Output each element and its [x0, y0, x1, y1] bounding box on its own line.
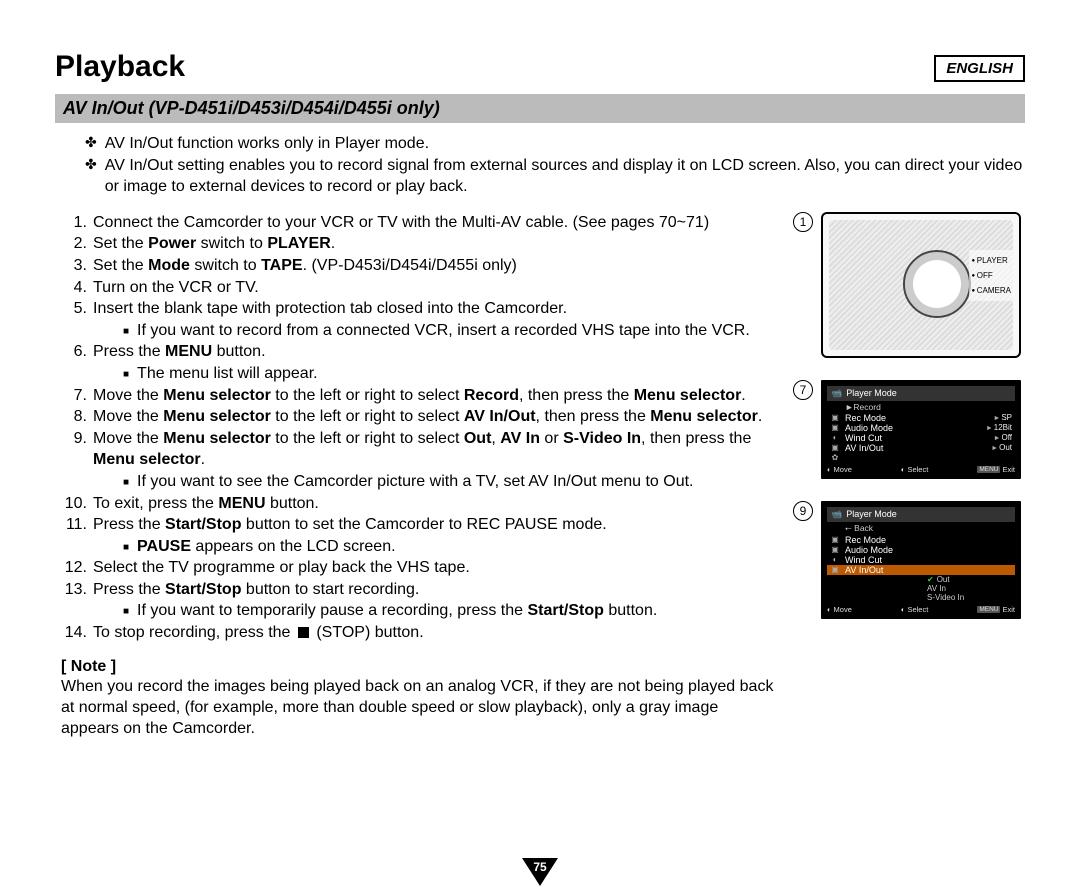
bullet-icon: ✤ — [85, 155, 97, 198]
figure-1: 1 PLAYER OFF CAMERA — [793, 212, 1025, 358]
step-num: 9. — [63, 428, 87, 493]
menu-option: AV In — [827, 584, 1015, 593]
page-number: 75 — [530, 860, 550, 874]
step-num: 10. — [63, 493, 87, 515]
step-num: 3. — [63, 255, 87, 277]
osd-title: Player Mode — [846, 388, 897, 398]
select-icon: ◐ — [901, 465, 906, 474]
step-text: Set the Mode switch to TAPE. (VP-D453i/D… — [93, 255, 775, 277]
section-subtitle: AV In/Out (VP-D451i/D453i/D454i/D455i on… — [55, 94, 1025, 123]
menu-key-icon: MENU — [977, 466, 1000, 473]
step-text: Insert the blank tape with protection ta… — [93, 298, 775, 341]
osd-breadcrumb: ⭠ Back — [827, 523, 1015, 535]
camera-icon: 📹 — [831, 388, 842, 399]
osd-title: Player Mode — [846, 509, 897, 519]
square-bullet-icon: ■ — [123, 605, 129, 627]
menu-item-label: Wind Cut — [845, 433, 989, 443]
menu-item-highlighted: AV In/Out — [845, 565, 1012, 575]
square-bullet-icon: ■ — [123, 325, 129, 347]
menu-option-selected: Out — [827, 575, 1015, 584]
step-num: 12. — [63, 557, 87, 579]
osd-breadcrumb: ►Record — [827, 402, 1015, 413]
step-text: Turn on the VCR or TV. — [93, 277, 775, 299]
note-body: When you record the images being played … — [61, 677, 775, 739]
menu-item-icon: ◐ — [830, 555, 840, 564]
menu-item-label: Rec Mode — [845, 535, 1012, 545]
move-icon: ◐ — [827, 465, 832, 474]
step-text: Press the MENU button. ■The menu list wi… — [93, 341, 775, 384]
square-bullet-icon: ■ — [123, 476, 129, 498]
menu-item-label: Rec Mode — [845, 413, 988, 423]
menu-item-icon: ▣ — [830, 565, 840, 574]
menu-item-icon: ▣ — [830, 413, 840, 422]
step-text: To stop recording, press the (STOP) butt… — [93, 622, 775, 644]
menu-key-icon: MENU — [977, 606, 1000, 613]
bullet-icon: ✤ — [85, 133, 97, 155]
osd-menu: 📹 Player Mode ⭠ Back ▣ Rec Mode ▣ Audio Mod… — [821, 501, 1021, 619]
square-bullet-icon: ■ — [123, 368, 129, 390]
step-text: To exit, press the MENU button. — [93, 493, 775, 515]
menu-item-value: Off — [994, 433, 1012, 442]
intro-text: AV In/Out function works only in Player … — [105, 133, 429, 155]
menu-item-label: Wind Cut — [845, 555, 1012, 565]
menu-item-value: SP — [993, 413, 1012, 422]
language-tag: ENGLISH — [934, 55, 1025, 82]
step-text: Press the Start/Stop button to start rec… — [93, 579, 775, 622]
menu-item-icon: ▣ — [830, 535, 840, 544]
move-icon: ◐ — [827, 605, 832, 614]
menu-item-value: Out — [991, 443, 1012, 452]
step-text: Set the Power switch to PLAYER. — [93, 233, 775, 255]
menu-item-label: Audio Mode — [845, 423, 981, 433]
step-num: 14. — [63, 622, 87, 644]
osd-footer: ◐Move ◐Select MENUExit — [827, 605, 1015, 614]
power-dial-icon — [903, 250, 971, 318]
menu-item-icon: ▣ — [830, 545, 840, 554]
figure-7: 7 📹 Player Mode ►Record ▣ Rec Mode SP ▣ Audi… — [793, 380, 1025, 479]
step-num: 1. — [63, 212, 87, 234]
menu-item-label: AV In/Out — [845, 443, 986, 453]
figure-number: 1 — [793, 212, 813, 232]
step-text: Move the Menu selector to the left or ri… — [93, 428, 775, 493]
osd-menu: 📹 Player Mode ►Record ▣ Rec Mode SP ▣ Audio … — [821, 380, 1021, 479]
osd-footer: ◐Move ◐Select MENUExit — [827, 465, 1015, 474]
step-num: 2. — [63, 233, 87, 255]
menu-item-value: 12Bit — [986, 423, 1012, 432]
menu-item-label: Audio Mode — [845, 545, 1012, 555]
menu-item-icon: ◐ — [830, 433, 840, 442]
camcorder-illustration: PLAYER OFF CAMERA — [821, 212, 1021, 358]
power-switch-labels: PLAYER OFF CAMERA — [969, 250, 1013, 302]
menu-item-icon: ▣ — [830, 443, 840, 452]
step-num: 11. — [63, 514, 87, 557]
step-num: 6. — [63, 341, 87, 384]
step-text: Move the Menu selector to the left or ri… — [93, 406, 775, 428]
stop-icon — [298, 627, 309, 638]
step-num: 13. — [63, 579, 87, 622]
intro-text: AV In/Out setting enables you to record … — [105, 155, 1025, 198]
step-num: 7. — [63, 385, 87, 407]
square-bullet-icon: ■ — [123, 541, 129, 563]
figure-9: 9 📹 Player Mode ⭠ Back ▣ Rec Mode ▣ Audio M… — [793, 501, 1025, 619]
step-text: Press the Start/Stop button to set the C… — [93, 514, 775, 557]
step-num: 8. — [63, 406, 87, 428]
step-num: 4. — [63, 277, 87, 299]
step-text: Move the Menu selector to the left or ri… — [93, 385, 775, 407]
menu-item-icon: ✿ — [830, 453, 840, 462]
steps-list: 1. Connect the Camcorder to your VCR or T… — [63, 212, 775, 644]
figure-number: 7 — [793, 380, 813, 400]
figure-number: 9 — [793, 501, 813, 521]
select-icon: ◐ — [901, 605, 906, 614]
intro-list: ✤ AV In/Out function works only in Player… — [85, 133, 1025, 198]
note-heading: [ Note ] — [61, 656, 775, 678]
step-num: 5. — [63, 298, 87, 341]
step-text: Select the TV programme or play back the… — [93, 557, 775, 579]
step-text: Connect the Camcorder to your VCR or TV … — [93, 212, 775, 234]
menu-option: S-Video In — [827, 593, 1015, 602]
menu-item-icon: ▣ — [830, 423, 840, 432]
camera-icon: 📹 — [831, 509, 842, 520]
page-title: Playback — [55, 50, 1025, 84]
